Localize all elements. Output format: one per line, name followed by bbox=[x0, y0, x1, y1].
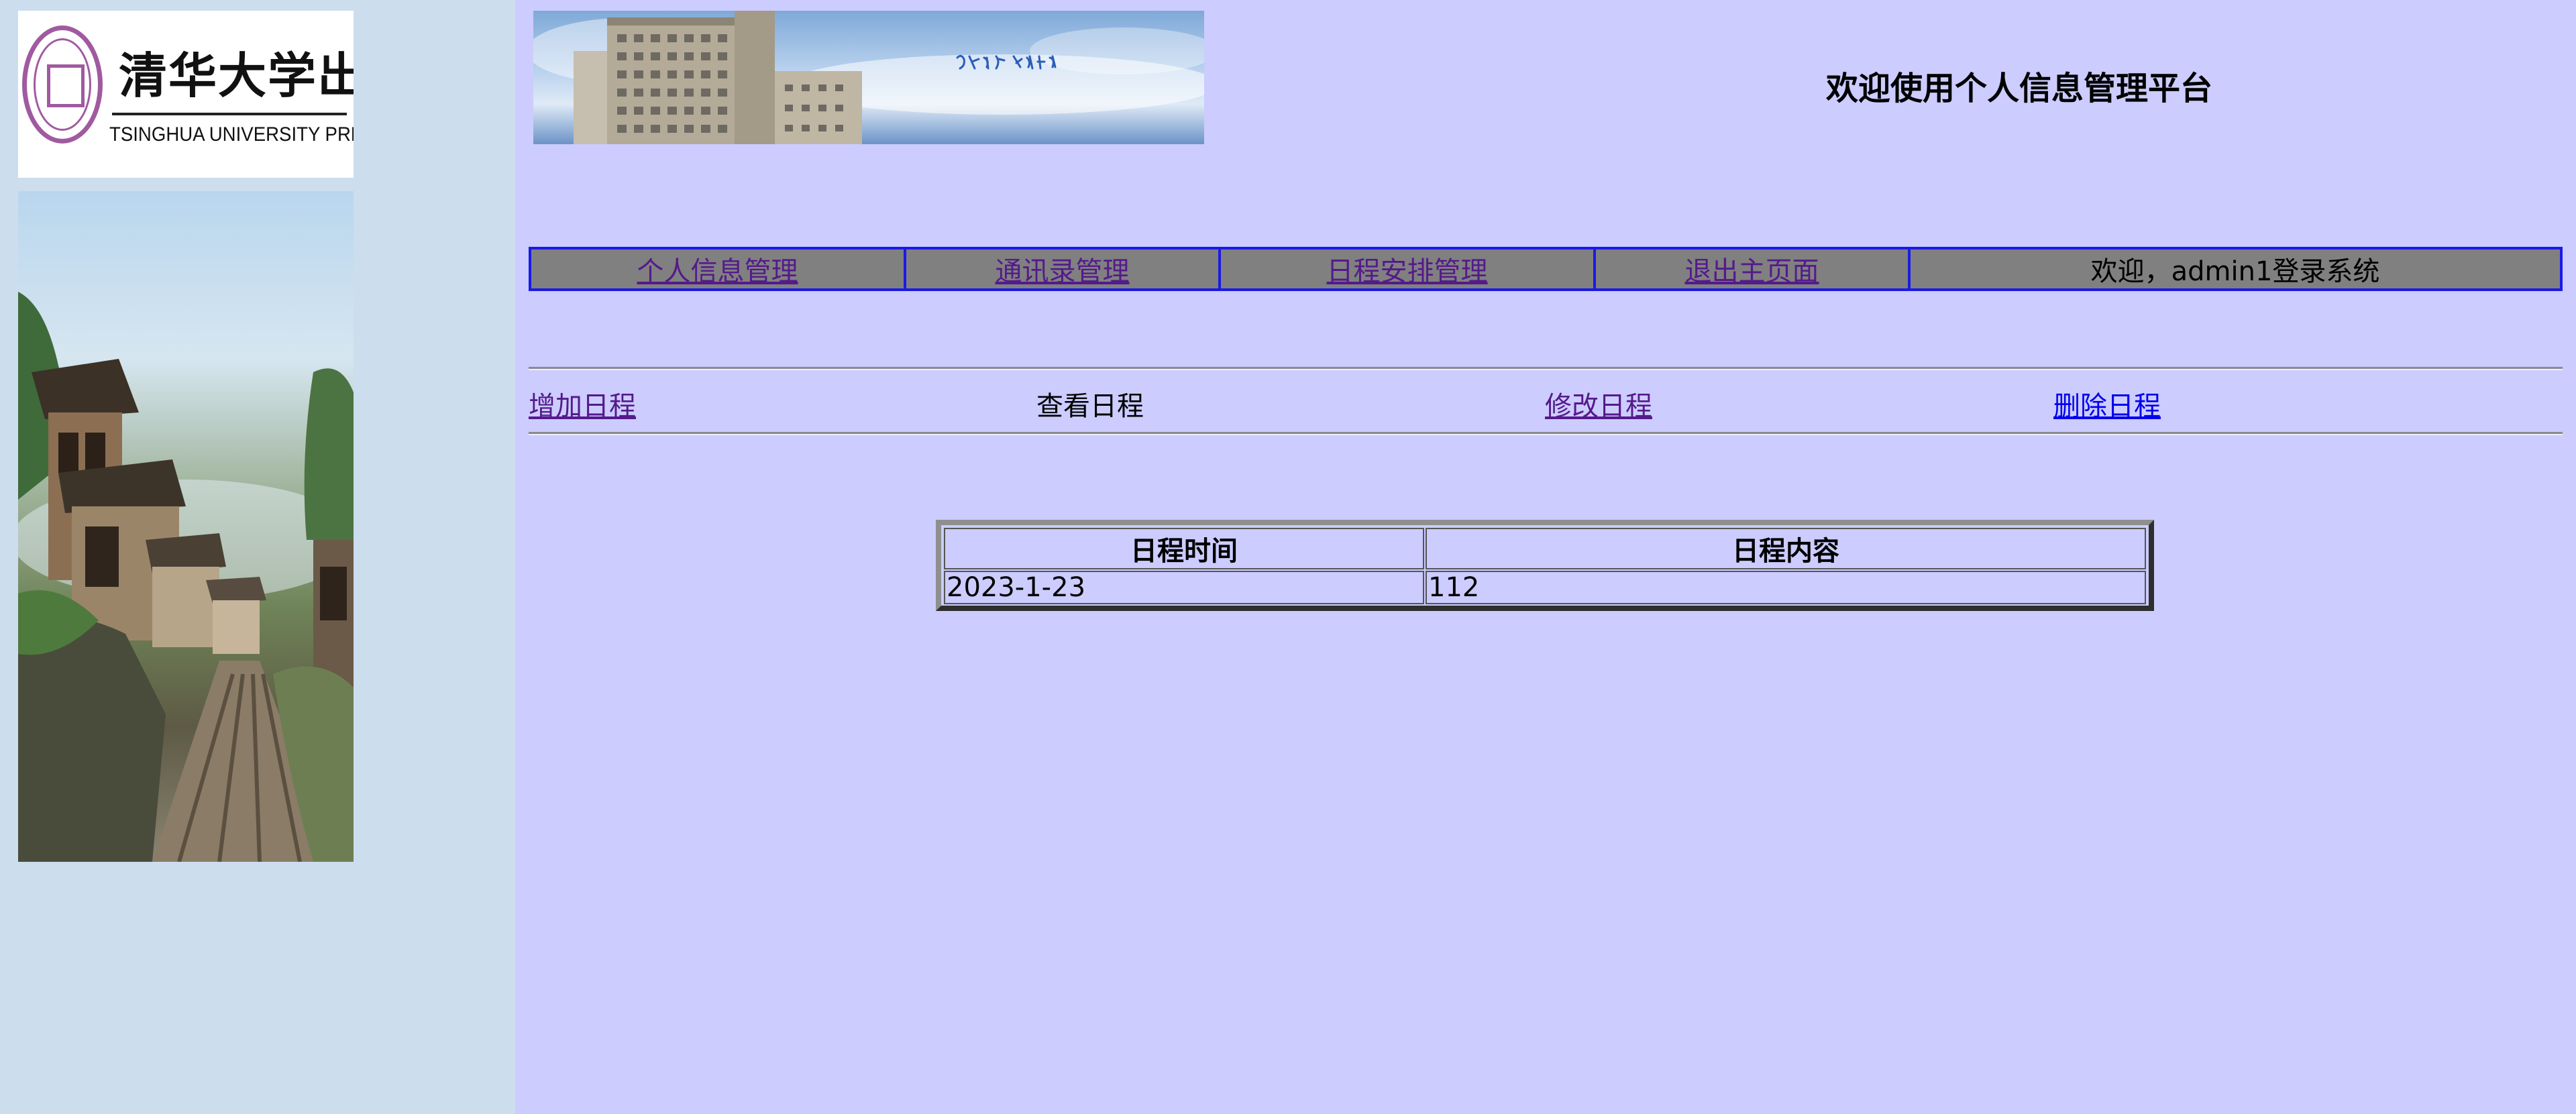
logo-divider bbox=[112, 113, 347, 115]
nav-cell-exit: 退出主页面 bbox=[1596, 249, 1911, 288]
cell-schedule-content: 112 bbox=[1426, 571, 2146, 604]
header-schedule-time: 日程时间 bbox=[944, 528, 1424, 569]
left-frame: 清华大学出版社 TSINGHUA UNIVERSITY PRESS bbox=[0, 0, 515, 1114]
view-schedule-label: 查看日程 bbox=[1036, 391, 1144, 422]
nav-exit-link[interactable]: 退出主页面 bbox=[1685, 249, 1819, 288]
add-schedule-link[interactable]: 增加日程 bbox=[529, 384, 636, 423]
delete-schedule-link[interactable]: 删除日程 bbox=[2053, 384, 2161, 423]
nav-personal-info-link[interactable]: 个人信息管理 bbox=[637, 249, 798, 288]
press-seal-inner bbox=[47, 64, 85, 107]
table-header-row: 日程时间 日程内容 bbox=[944, 528, 2146, 569]
submenu-bottom-divider bbox=[529, 432, 2563, 435]
main-nav: 个人信息管理 通讯录管理 日程安排管理 退出主页面 欢迎，admin1登录系统 bbox=[529, 247, 2563, 291]
submenu-top-divider bbox=[529, 367, 2563, 370]
village-photo bbox=[18, 191, 354, 862]
login-greeting: 欢迎，admin1登录系统 bbox=[2090, 256, 2380, 287]
nav-schedule-link[interactable]: 日程安排管理 bbox=[1327, 249, 1488, 288]
logo-name-en: TSINGHUA UNIVERSITY PRESS bbox=[109, 123, 354, 146]
nav-cell-personal-info: 个人信息管理 bbox=[531, 249, 906, 288]
schedule-table: 日程时间 日程内容 2023-1-23 112 bbox=[936, 520, 2154, 611]
edit-schedule-link[interactable]: 修改日程 bbox=[1545, 384, 1652, 423]
nav-contacts-link[interactable]: 通讯录管理 bbox=[996, 249, 1130, 288]
campus-banner bbox=[533, 11, 1204, 144]
header-schedule-content: 日程内容 bbox=[1426, 528, 2146, 569]
nav-cell-schedule: 日程安排管理 bbox=[1221, 249, 1596, 288]
table-row: 2023-1-23 112 bbox=[944, 571, 2146, 604]
tsinghua-press-logo: 清华大学出版社 TSINGHUA UNIVERSITY PRESS bbox=[18, 11, 354, 178]
cell-schedule-time: 2023-1-23 bbox=[944, 571, 1424, 604]
page-title: 欢迎使用个人信息管理平台 bbox=[1825, 70, 2212, 107]
nav-cell-contacts: 通讯录管理 bbox=[906, 249, 1221, 288]
logo-name-cn: 清华大学出版社 bbox=[119, 47, 354, 104]
